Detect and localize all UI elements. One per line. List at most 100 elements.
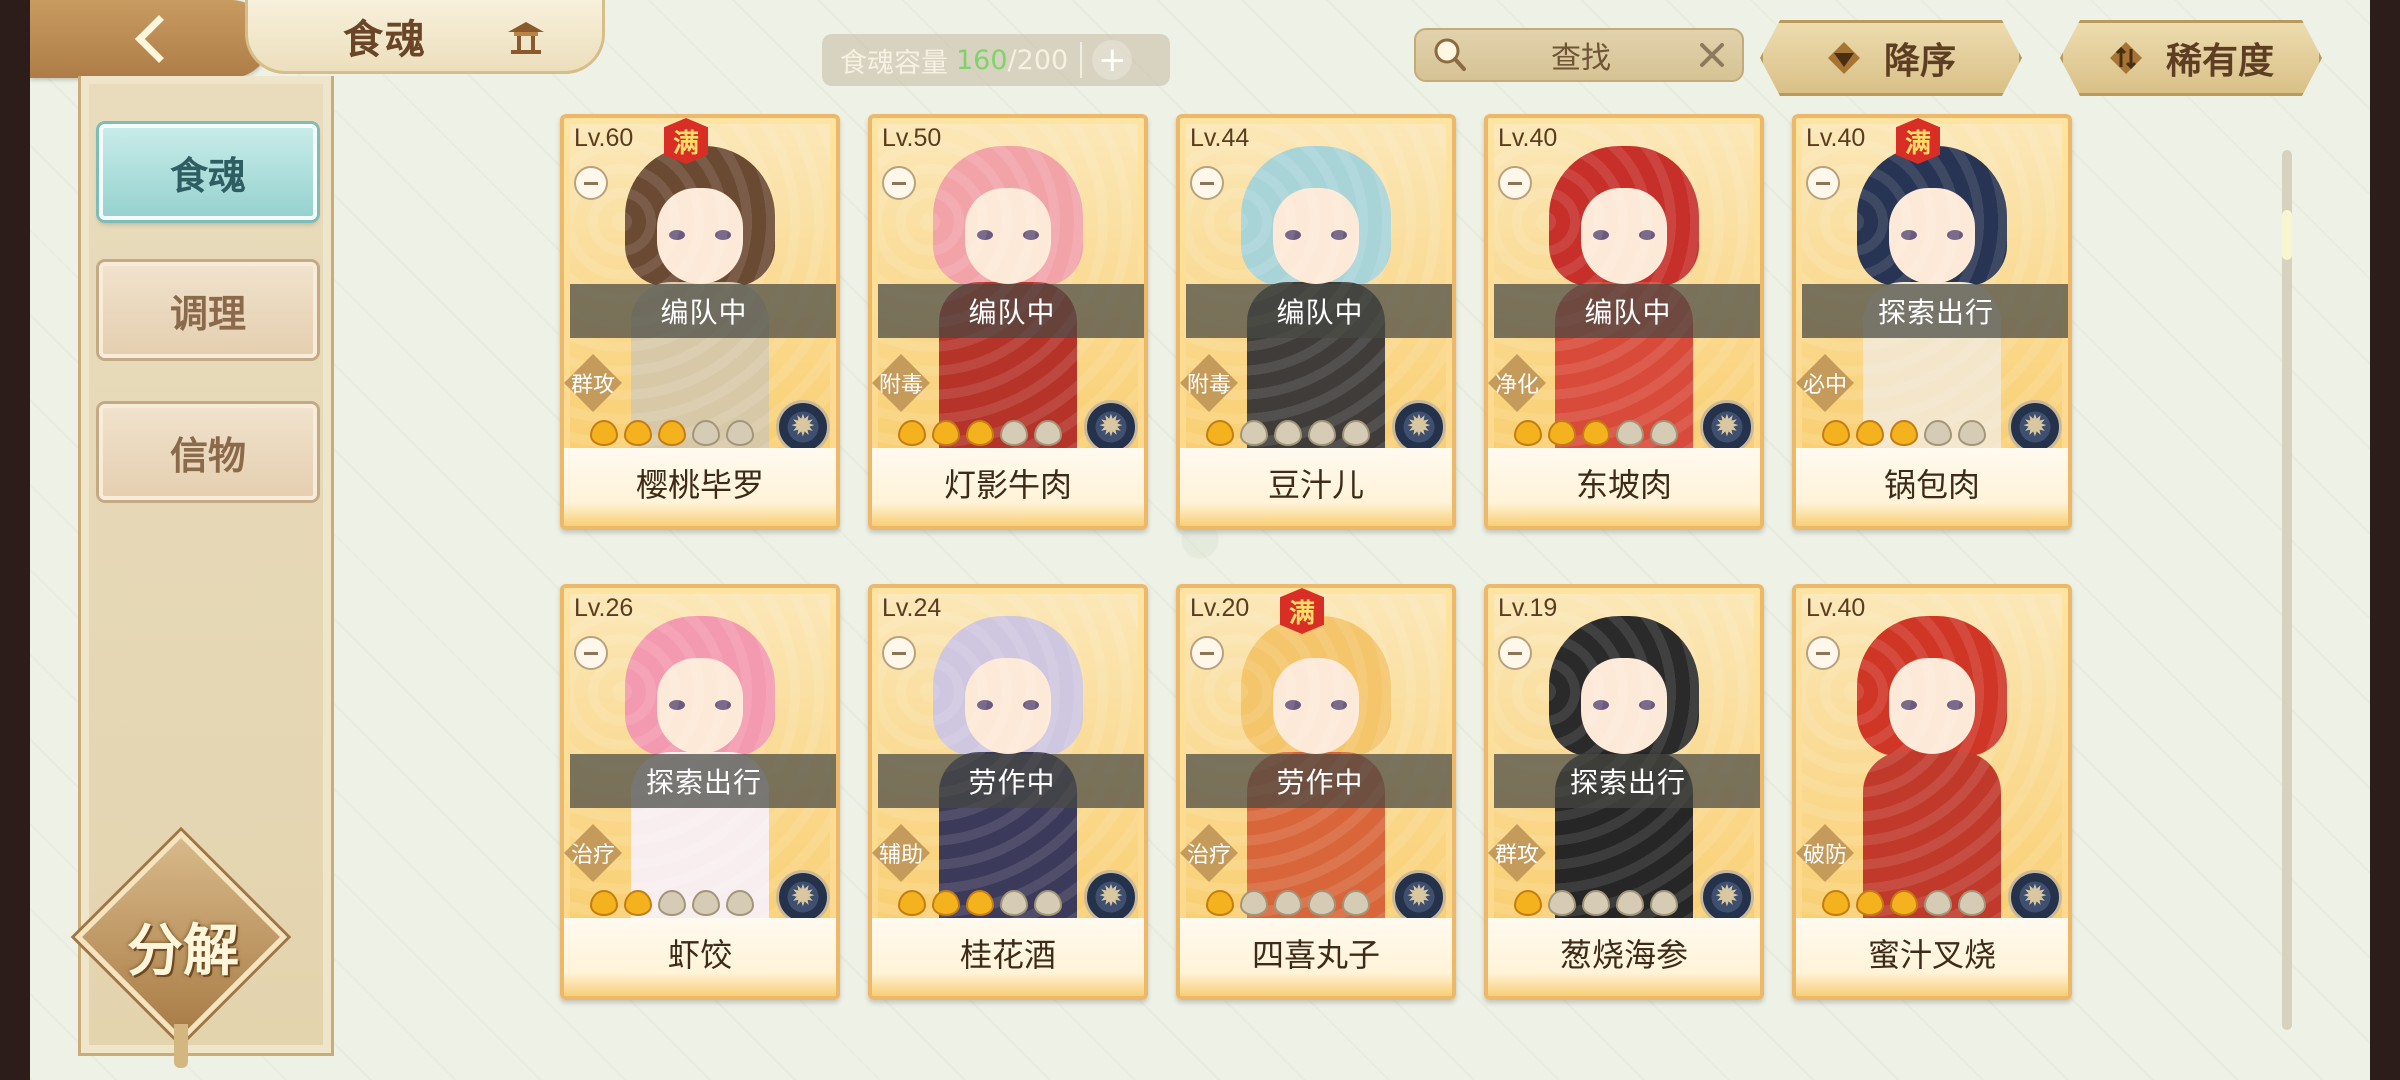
portrait-eyes: [1593, 230, 1655, 240]
lock-toggle-icon[interactable]: [1498, 636, 1532, 670]
status-banner: 编队中: [1494, 284, 1760, 338]
star-icon: [692, 420, 720, 446]
star-icon: [1342, 420, 1370, 446]
star-icon: [1958, 420, 1986, 446]
lock-toggle-icon[interactable]: [574, 166, 608, 200]
star-icon: [1034, 890, 1062, 916]
sort-order-button[interactable]: 降序: [1760, 20, 2022, 96]
food-soul-name: 葱烧海参: [1559, 936, 1688, 974]
portrait-hair: [933, 146, 1083, 286]
name-plate: 蜜汁叉烧: [1796, 918, 2068, 996]
food-soul-card[interactable]: Lv.60满编队中群攻樱桃毕罗: [560, 114, 840, 530]
level-label: Lv.19: [1498, 594, 1558, 622]
portrait-face: [1273, 188, 1359, 284]
star-icon: [1206, 890, 1234, 916]
scrollbar[interactable]: [2282, 150, 2292, 1030]
star-icon: [658, 890, 686, 916]
tab-cooking[interactable]: 调理: [99, 262, 317, 358]
lock-toggle-icon[interactable]: [1806, 166, 1840, 200]
name-plate: 葱烧海参: [1488, 918, 1760, 996]
star-icon: [1514, 890, 1542, 916]
star-icon: [1000, 890, 1028, 916]
star-icon: [1856, 890, 1884, 916]
star-icon: [1514, 420, 1542, 446]
tab-tokens[interactable]: 信物: [99, 404, 317, 500]
tab-food-souls[interactable]: 食魂: [99, 124, 317, 220]
lock-toggle-icon[interactable]: [1190, 636, 1224, 670]
back-button[interactable]: [30, 0, 270, 78]
star-icon: [1650, 890, 1678, 916]
food-soul-name: 虾饺: [667, 936, 732, 974]
food-soul-card[interactable]: Lv.26探索出行治疗虾饺: [560, 584, 840, 1000]
level-label: Lv.40: [1806, 124, 1866, 152]
star-icon: [1274, 420, 1302, 446]
food-soul-card[interactable]: Lv.50编队中附毒灯影牛肉: [868, 114, 1148, 530]
character-portrait: [1857, 616, 2007, 920]
max-level-badge: 满: [1896, 118, 1940, 164]
food-soul-card[interactable]: Lv.19探索出行群攻葱烧海参: [1484, 584, 1764, 1000]
lock-toggle-icon[interactable]: [882, 166, 916, 200]
food-soul-name: 锅包肉: [1883, 466, 1980, 504]
level-label: Lv.24: [882, 594, 942, 622]
element-emblem-icon: [1084, 870, 1138, 924]
lock-toggle-icon[interactable]: [882, 636, 916, 670]
element-emblem-icon: [1084, 400, 1138, 454]
star-icon: [932, 890, 960, 916]
food-soul-name: 樱桃毕罗: [635, 466, 764, 504]
sort-rarity-button[interactable]: 稀有度: [2060, 20, 2322, 96]
max-level-badge: 满: [1280, 588, 1324, 634]
star-icon: [624, 890, 652, 916]
portrait-hair: [1857, 146, 2007, 286]
star-icon: [1034, 420, 1062, 446]
close-icon[interactable]: [1692, 35, 1732, 75]
portrait-hair: [625, 616, 775, 756]
portrait-eyes: [977, 700, 1039, 710]
food-soul-name: 灯影牛肉: [943, 466, 1072, 504]
element-emblem-icon: [1700, 870, 1754, 924]
lock-toggle-icon[interactable]: [574, 636, 608, 670]
food-soul-card[interactable]: Lv.44编队中附毒豆汁儿: [1176, 114, 1456, 530]
back-chevron-icon: [134, 14, 184, 64]
star-icon: [1342, 890, 1370, 916]
food-soul-card[interactable]: Lv.24劳作中辅助桂花酒: [868, 584, 1148, 1000]
food-soul-card[interactable]: Lv.40破防蜜汁叉烧: [1792, 584, 2072, 1000]
element-emblem-icon: [2008, 400, 2062, 454]
food-soul-card[interactable]: Lv.20满劳作中治疗四喜丸子: [1176, 584, 1456, 1000]
food-soul-name: 豆汁儿: [1267, 466, 1364, 504]
scrollbar-thumb[interactable]: [2282, 210, 2292, 260]
search-field[interactable]: 查找: [1414, 28, 1744, 82]
food-soul-name: 东坡肉: [1575, 466, 1672, 504]
name-plate: 东坡肉: [1488, 448, 1760, 526]
star-icon: [1822, 890, 1850, 916]
star-icon: [624, 420, 652, 446]
star-rating: [1514, 420, 1678, 446]
lock-toggle-icon[interactable]: [1806, 636, 1840, 670]
tab-label: 食魂: [169, 153, 246, 198]
decompose-label[interactable]: 分解: [88, 906, 278, 987]
lock-toggle-icon[interactable]: [1190, 166, 1224, 200]
star-icon: [590, 420, 618, 446]
star-icon: [692, 890, 720, 916]
star-icon: [898, 890, 926, 916]
star-icon: [932, 420, 960, 446]
star-icon: [1240, 890, 1268, 916]
star-icon: [1582, 890, 1610, 916]
star-icon: [1856, 420, 1884, 446]
portrait-hair: [1241, 146, 1391, 286]
capacity-add-button[interactable]: +: [1092, 40, 1133, 80]
star-rating: [590, 420, 754, 446]
star-icon: [658, 420, 686, 446]
pavilion-icon[interactable]: [506, 18, 546, 56]
lock-toggle-icon[interactable]: [1498, 166, 1532, 200]
level-label: Lv.40: [1498, 124, 1558, 152]
food-soul-card[interactable]: Lv.40满探索出行必中锅包肉: [1792, 114, 2072, 530]
search-icon: [1434, 38, 1466, 71]
star-icon: [1308, 420, 1336, 446]
portrait-eyes: [669, 230, 731, 240]
tab-label: 信物: [169, 433, 246, 478]
element-emblem-icon: [776, 870, 830, 924]
food-soul-card[interactable]: Lv.40编队中净化东坡肉: [1484, 114, 1764, 530]
star-icon: [1924, 890, 1952, 916]
star-icon: [1582, 420, 1610, 446]
sort-rarity-label: 稀有度: [2165, 41, 2274, 82]
